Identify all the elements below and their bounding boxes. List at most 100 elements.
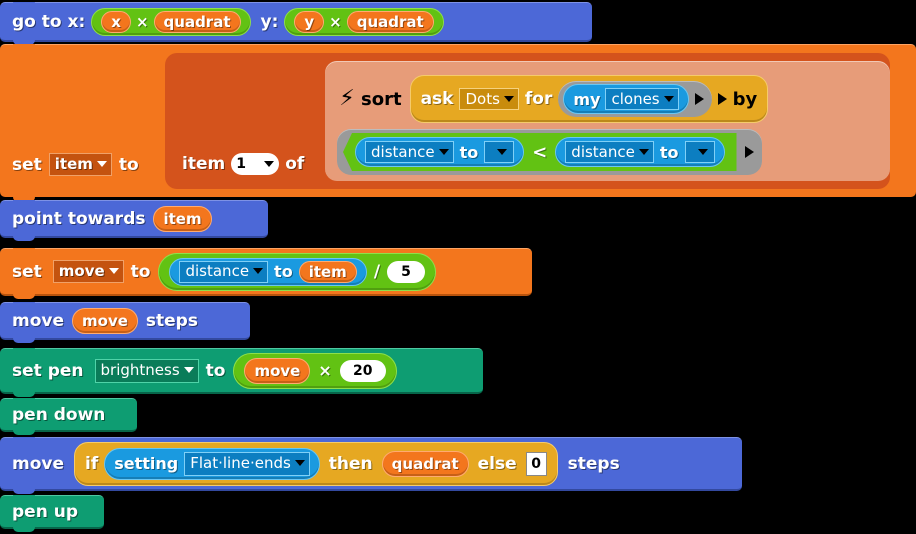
set-pen-label: set pen — [12, 360, 84, 381]
point-towards-label: point towards — [12, 208, 146, 229]
ring-my-attribute[interactable]: my clones — [558, 81, 712, 117]
quadrat-variable-y[interactable]: quadrat — [346, 10, 434, 33]
block-pen-down[interactable]: pen down — [0, 398, 137, 435]
block-move-steps[interactable]: move move steps — [0, 302, 250, 343]
to-label-left: to — [459, 142, 479, 162]
block-if-then-else-reporter[interactable]: if setting Flat·line·ends then quadrat e… — [74, 441, 558, 486]
else-value-input[interactable]: 0 — [525, 451, 547, 476]
y-multiply-reporter[interactable]: y × quadrat — [284, 7, 444, 36]
distance-target-dropdown-right[interactable] — [684, 141, 715, 163]
setting-value: Flat·line·ends — [190, 454, 291, 472]
block-pen-up[interactable]: pen up — [0, 495, 104, 532]
my-label: my — [573, 89, 601, 109]
set-variable-dropdown[interactable]: item — [48, 153, 112, 176]
pen-attribute-dropdown[interactable]: brightness — [94, 358, 199, 383]
lightning-bolt-icon: ⚡ — [339, 86, 355, 111]
my-attribute-dropdown[interactable]: clones — [605, 88, 679, 110]
block-set-move-to[interactable]: set move to distance to item / 5 — [0, 248, 532, 299]
divisor-input[interactable]: 5 — [387, 260, 426, 283]
distance-attribute-dropdown-right[interactable]: distance — [565, 141, 654, 163]
move-amount-variable[interactable]: move — [72, 307, 138, 334]
top-notch — [13, 44, 35, 49]
chevron-down-icon — [438, 148, 449, 155]
to-label: to — [118, 154, 139, 175]
pen-multiply-reporter[interactable]: move × 20 — [233, 352, 397, 389]
item-label: item — [182, 154, 226, 174]
chevron-down-icon — [108, 268, 119, 274]
ask-target-dropdown[interactable]: Dots — [459, 88, 519, 110]
pen-attribute-value: brightness — [100, 361, 180, 379]
block-my-attribute[interactable]: my clones — [563, 84, 689, 114]
chevron-down-icon — [264, 161, 275, 167]
move-variable-dropdown[interactable]: move — [52, 260, 124, 283]
predicate-ring-arrow-icon[interactable] — [744, 146, 754, 158]
for-label: for — [524, 89, 553, 109]
distance-label-left: distance — [371, 142, 435, 161]
block-distance-to-left[interactable]: distance to — [355, 137, 525, 167]
less-than-operator: < — [532, 141, 548, 163]
quadrat-variable-x[interactable]: quadrat — [153, 10, 241, 33]
else-label: else — [477, 453, 517, 474]
distance-target-dropdown-left[interactable] — [484, 141, 515, 163]
set-label-move: set — [12, 261, 42, 282]
ring-comparison-predicate[interactable]: distance to < distance to — [337, 129, 762, 175]
set-variable-value: item — [54, 155, 93, 173]
point-towards-target[interactable]: item — [153, 205, 212, 232]
block-set-item-to[interactable]: set item to item 1 of ⚡ sort ask Dots fo… — [0, 44, 916, 202]
x-multiply-reporter[interactable]: x × quadrat — [91, 7, 251, 36]
move-label-2: move — [12, 453, 65, 474]
predicate-less-than[interactable]: distance to < distance to — [343, 133, 737, 171]
pen-up-label: pen up — [12, 501, 78, 522]
multiply-operator-pen: × — [318, 361, 332, 380]
x-variable[interactable]: x — [101, 10, 131, 33]
distance-to-label: to — [274, 262, 293, 281]
item-index-value: 1 — [236, 156, 246, 172]
block-distance-to-item[interactable]: distance to item — [169, 257, 367, 286]
multiplier-input[interactable]: 20 — [339, 359, 386, 382]
chevron-down-icon — [183, 367, 194, 373]
steps-label-2: steps — [567, 453, 620, 474]
block-setting[interactable]: setting Flat·line·ends — [104, 447, 320, 480]
chevron-down-icon — [663, 95, 674, 102]
pen-down-label: pen down — [12, 404, 106, 425]
of-label: of — [285, 154, 305, 174]
ring-expand-arrow-icon[interactable] — [694, 93, 704, 105]
block-sort[interactable]: ⚡ sort ask Dots for my clones by distanc… — [325, 61, 890, 181]
distance-label-right: distance — [571, 142, 635, 161]
chevron-down-icon — [497, 149, 508, 155]
block-item-of[interactable]: item 1 of ⚡ sort ask Dots for my clones … — [165, 53, 890, 189]
then-value-variable[interactable]: quadrat — [381, 450, 469, 477]
my-attribute-value: clones — [611, 89, 660, 108]
distance-attribute-dropdown[interactable]: distance — [179, 260, 269, 283]
distance-attribute-dropdown-left[interactable]: distance — [365, 141, 454, 163]
block-go-to-xy[interactable]: go to x: x × quadrat y: y × quadrat — [0, 2, 592, 45]
setting-label: setting — [114, 454, 179, 473]
divide-operator: / — [373, 261, 381, 282]
block-ask-for[interactable]: ask Dots for my clones by — [409, 75, 769, 123]
multiply-operator: × — [135, 12, 149, 31]
to-label-right: to — [659, 142, 679, 162]
to-label-move: to — [130, 261, 151, 282]
move-factor-variable[interactable]: move — [244, 357, 311, 384]
script-canvas: go to x: x × quadrat y: y × quadrat set … — [0, 0, 916, 534]
if-label: if — [85, 453, 99, 474]
chevron-down-icon — [697, 149, 708, 155]
item-index-input[interactable]: 1 — [231, 153, 280, 175]
chevron-down-icon — [253, 268, 264, 274]
ask-target-value: Dots — [465, 89, 500, 108]
block-set-pen-brightness[interactable]: set pen brightness to move × 20 — [0, 348, 483, 397]
chevron-down-icon — [96, 161, 107, 167]
set-label: set — [12, 154, 42, 175]
chevron-down-icon — [638, 148, 649, 155]
block-distance-to-right[interactable]: distance to — [555, 137, 725, 167]
chevron-down-icon — [503, 95, 514, 102]
division-reporter[interactable]: distance to item / 5 — [158, 252, 437, 291]
ask-variadic-arrow-icon[interactable] — [717, 93, 727, 105]
block-point-towards[interactable]: point towards item — [0, 200, 268, 241]
go-to-y-label: y: — [260, 11, 279, 32]
setting-value-dropdown[interactable]: Flat·line·ends — [184, 451, 310, 476]
distance-target-item[interactable]: item — [298, 260, 357, 283]
y-variable[interactable]: y — [294, 10, 325, 33]
steps-label: steps — [145, 310, 198, 331]
block-move-if-steps[interactable]: move if setting Flat·line·ends then quad… — [0, 437, 742, 494]
